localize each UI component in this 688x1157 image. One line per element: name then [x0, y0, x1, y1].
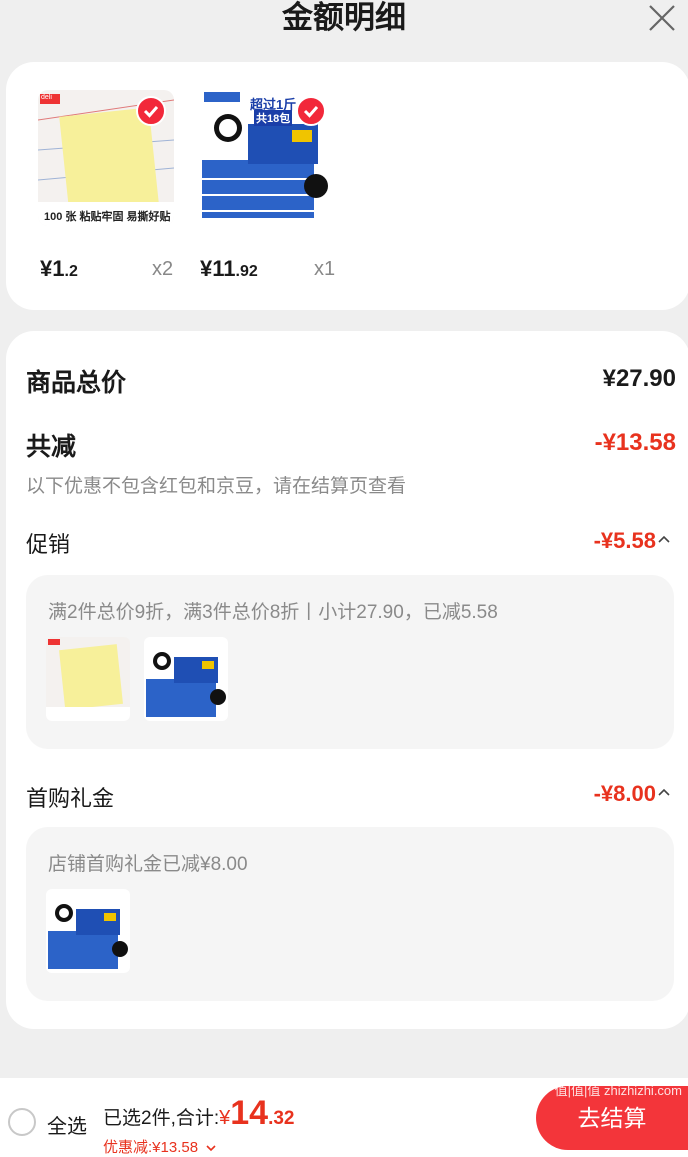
chevron-up-icon[interactable] [658, 534, 670, 544]
currency-symbol: ¥ [40, 256, 53, 281]
first-purchase-detail-box: 店铺首购礼金已减¥8.00 [26, 827, 674, 1001]
price-integer: 1 [52, 256, 65, 281]
total-decimal: .32 [268, 1108, 295, 1129]
promotion-detail-box: 满2件总价9折，满3件总价8折丨小计27.90，已减5.58 [26, 575, 674, 749]
savings-toggle[interactable]: 优惠减:¥13.58 [103, 1136, 216, 1157]
promotion-thumb-cookies [144, 637, 228, 721]
select-all-radio[interactable] [8, 1108, 36, 1136]
selected-check-icon[interactable] [136, 96, 166, 126]
selected-items-card: deli 100 张 粘贴牢固 易撕好贴 ¥1.2 x2 超过1斤 共18包 ¥… [6, 62, 688, 310]
watermark: 值|值|值 zhizhizhi.com [554, 1083, 682, 1098]
total-price-label: 商品总价 [26, 369, 127, 397]
first-purchase-detail-text: 店铺首购礼金已减¥8.00 [48, 854, 248, 875]
chevron-up-icon[interactable] [658, 787, 670, 797]
product-image-sticky-notes[interactable]: deli 100 张 粘贴牢固 易撕好贴 [38, 90, 174, 226]
item-price: ¥11.92 [200, 256, 258, 282]
price-decimal: .92 [235, 263, 258, 280]
price-integer: 11 [212, 256, 236, 281]
discount-note: 以下优惠不包含红包和京豆，请在结算页查看 [26, 476, 407, 497]
checkout-bar: 全选 已选2件,合计:¥14.32 优惠减:¥13.58 去结算 值|值|值 z… [0, 1078, 688, 1157]
item-price: ¥1.2 [40, 256, 78, 282]
promotion-label: 促销 [26, 532, 71, 557]
close-icon[interactable] [646, 2, 678, 34]
promotion-value[interactable]: -¥5.58 [594, 528, 656, 554]
total-currency: ¥ [219, 1107, 231, 1129]
modal-header: 金额明细 [0, 0, 688, 50]
select-all-label[interactable]: 全选 [47, 1110, 87, 1139]
first-purchase-label: 首购礼金 [26, 786, 115, 811]
product-caption: 100 张 粘贴牢固 易撕好贴 [44, 211, 171, 223]
first-purchase-value[interactable]: -¥8.00 [594, 781, 656, 807]
price-detail-card: 商品总价 ¥27.90 共减 -¥13.58 以下优惠不包含红包和京豆，请在结算… [6, 331, 688, 1029]
first-purchase-thumb-cookies [46, 889, 130, 973]
total-integer: 14 [230, 1094, 269, 1132]
item-quantity: x2 [152, 258, 174, 280]
promotion-detail-text: 满2件总价9折，满3件总价8折丨小计27.90，已减5.58 [48, 602, 498, 623]
price-decimal: .2 [64, 263, 78, 280]
total-price-value: ¥27.90 [602, 365, 676, 392]
total-discount-label: 共减 [26, 433, 77, 461]
product-image-cookies[interactable]: 超过1斤 共18包 [198, 90, 334, 226]
promotion-thumb-sticky-notes [46, 637, 130, 721]
brand-logo: deli [41, 94, 52, 101]
selected-count-text: 已选2件,合计: [103, 1108, 220, 1129]
currency-symbol: ¥ [200, 256, 213, 281]
page-title: 金额明细 [282, 0, 406, 35]
selected-check-icon[interactable] [296, 96, 326, 126]
chevron-down-icon [206, 1145, 216, 1152]
item-quantity: x1 [314, 258, 336, 280]
savings-text: 优惠减:¥13.58 [103, 1139, 199, 1156]
total-discount-value: -¥13.58 [594, 429, 676, 456]
selected-summary: 已选2件,合计:¥14.32 [103, 1094, 295, 1133]
promo-badge-sub: 共18包 [254, 110, 293, 126]
